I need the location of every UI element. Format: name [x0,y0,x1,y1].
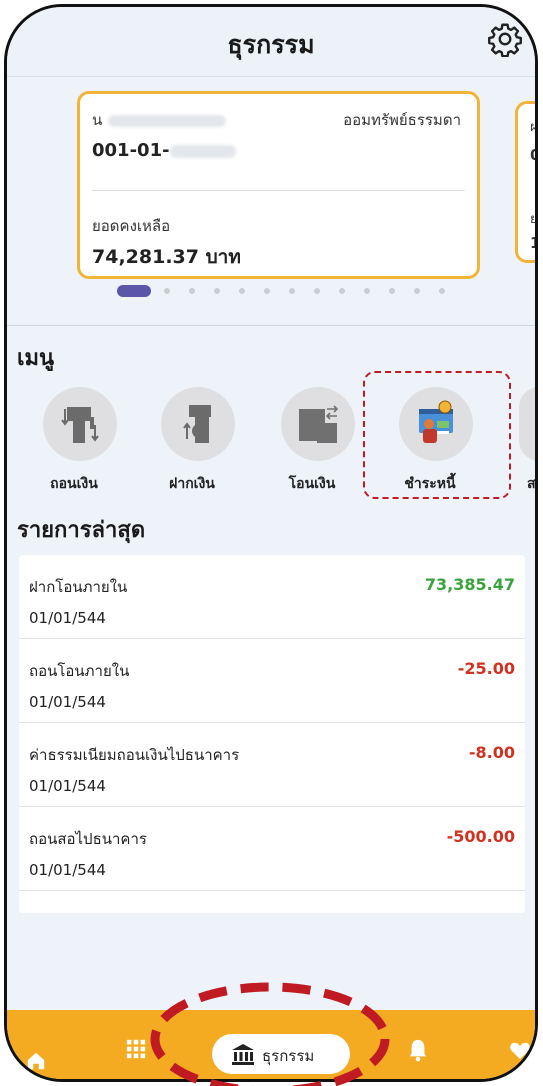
transaction-amount: -8.00 [468,743,515,762]
pagination-dot[interactable] [239,288,245,294]
menu-item-withdraw[interactable]: ถอนเงิน [19,387,129,497]
account-number: 001-01- [92,140,236,161]
pagination-dot[interactable] [314,288,320,294]
card-divider [92,190,465,191]
menu-item-label: ฝากเงิน [169,476,215,492]
pagination-dot[interactable] [189,288,195,294]
pagination-dot[interactable] [289,288,295,294]
highlight-ellipse [150,982,390,1086]
transaction-row[interactable]: ถอนสอไปธนาคาร 01/01/544 -500.00 [19,807,525,891]
pagination-dot[interactable] [214,288,220,294]
pagination-dot[interactable] [339,288,345,294]
balance-label: ยอดคงเหลือ [92,217,171,235]
menu-item-label: โอนเงิน [288,476,336,492]
transaction-date: 01/01/544 [29,777,106,795]
transaction-row[interactable]: ฝากโอนภายใน 01/01/544 73,385.47 [19,555,525,639]
app-header: ธุรกรรม [7,7,535,77]
menu-item-label: ถอนเงิน [50,476,98,492]
transaction-amount: -25.00 [457,659,515,678]
transaction-list[interactable]: ฝากโอนภายใน 01/01/544 73,385.47 ถอนโอนภา… [19,555,525,913]
peek-text: ฝ [530,120,538,135]
transaction-date: 01/01/544 [29,693,106,711]
redacted-number [169,144,236,158]
transaction-date: 01/01/544 [29,861,106,879]
menu-title: เมนู [17,346,55,371]
grid-icon[interactable] [125,1038,147,1060]
pagination-dot[interactable] [164,288,170,294]
transaction-date: 01/01/544 [29,609,106,627]
home-icon[interactable] [25,1050,47,1072]
deposit-icon [161,387,235,461]
gear-icon[interactable] [487,21,523,57]
menu-item-label: ส [527,476,536,492]
account-carousel[interactable]: น ออมทรัพย์ธรรมดา 001-01- ยอดคงเหลือ 74,… [7,77,535,327]
transaction-description: ค่าธรรมเนียมถอนเงินไปธนาคาร [29,746,240,764]
transaction-description: ถอนสอไปธนาคาร [29,830,147,848]
menu-item-transfer[interactable]: โอนเงิน [257,387,367,497]
redacted-name [108,114,227,127]
peek-text: 0 [530,146,535,164]
peek-text: ย [530,212,538,227]
page-title: ธุรกรรม [227,30,315,59]
bell-icon[interactable] [407,1038,429,1062]
menu-item-deposit[interactable]: ฝากเงิน [137,387,247,497]
balance-value: 74,281.37 บาท [92,246,241,268]
withdraw-icon [43,387,117,461]
transaction-description: ถอนโอนภายใน [29,662,130,680]
pagination-dot[interactable] [389,288,395,294]
section-divider [7,325,535,326]
heart-icon[interactable] [509,1040,531,1060]
pagination-dot[interactable] [439,288,445,294]
pagination-dot[interactable] [414,288,420,294]
pagination-dot[interactable] [264,288,270,294]
transaction-row[interactable]: ค่าธรรมเนียมถอนเงินไปธนาคาร 01/01/544 -8… [19,723,525,807]
transaction-amount: 73,385.47 [424,575,515,594]
transfer-icon [281,387,355,461]
recent-title: รายการล่าสุด [17,518,146,543]
pagination-dot-active[interactable] [117,285,151,297]
pagination-dot[interactable] [364,288,370,294]
phone-frame: ธุรกรรม น ออมทรัพย์ธรรมดา 001-01- ยอดคงเ… [4,4,538,1082]
transaction-description: ฝากโอนภายใน [29,578,128,596]
peek-text: 1 [530,234,535,252]
account-type: ออมทรัพย์ธรรมดา [343,111,461,129]
account-name: น [92,108,227,132]
menu-item-next[interactable] [519,387,535,461]
highlight-box [363,371,511,499]
transaction-amount: -500.00 [446,827,515,846]
transaction-row[interactable]: ถอนโอนภายใน 01/01/544 -25.00 [19,639,525,723]
account-card[interactable]: น ออมทรัพย์ธรรมดา 001-01- ยอดคงเหลือ 74,… [77,91,480,279]
next-account-card[interactable]: ฝ 0 ย 1 [515,101,538,263]
